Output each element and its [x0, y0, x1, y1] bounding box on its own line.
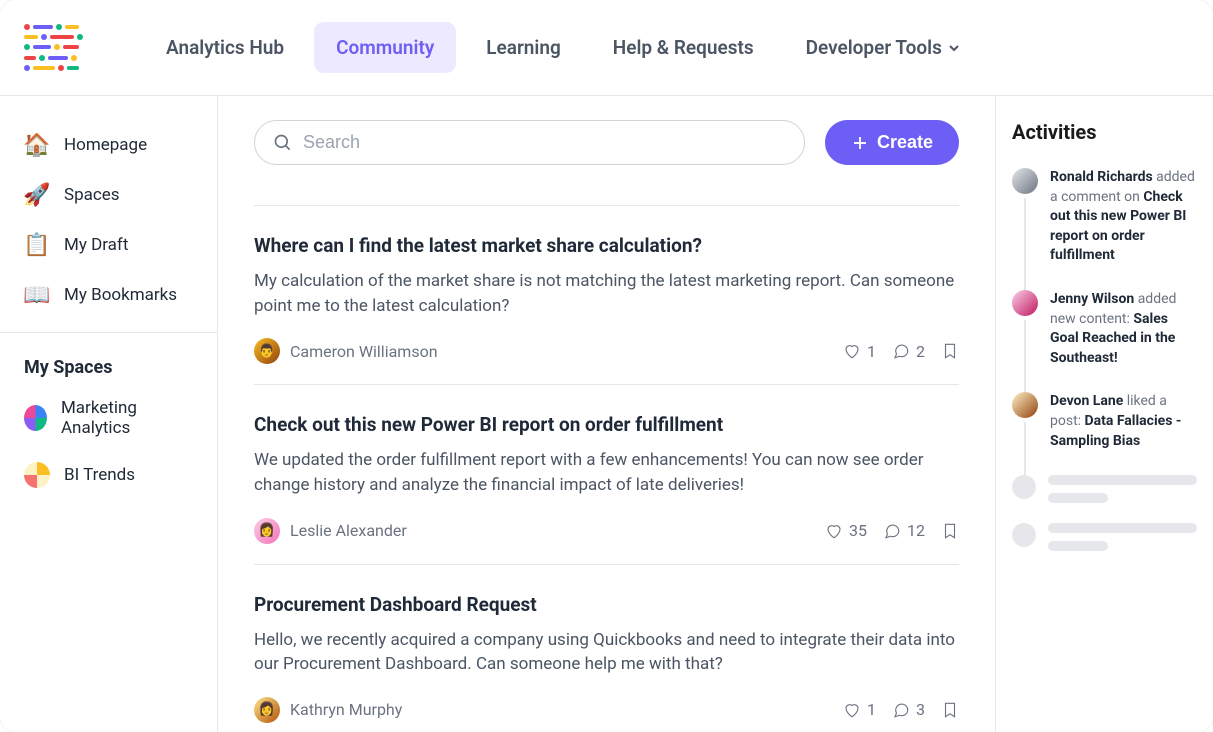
post-body: Hello, we recently acquired a company us… — [254, 628, 959, 677]
comment-stat[interactable]: 12 — [883, 521, 925, 540]
post-author[interactable]: 👩 Kathryn Murphy — [254, 697, 402, 723]
space-label: Marketing Analytics — [61, 398, 193, 438]
post-title: Procurement Dashboard Request — [254, 593, 959, 616]
nav-developer-tools-label: Developer Tools — [806, 36, 942, 59]
like-stat[interactable]: 1 — [843, 700, 876, 719]
sidebar-item-spaces[interactable]: 🚀 Spaces — [0, 170, 217, 220]
space-label: BI Trends — [64, 465, 135, 485]
bookmark-icon[interactable] — [941, 522, 959, 540]
main-content: Create Where can I find the latest marke… — [218, 96, 995, 732]
sidebar-space-bi-trends[interactable]: BI Trends — [0, 450, 217, 500]
post-title: Check out this new Power BI report on or… — [254, 413, 959, 436]
activity-text: Jenny Wilson added new content: Sales Go… — [1050, 290, 1197, 368]
comment-icon — [883, 522, 901, 540]
like-count: 1 — [867, 342, 876, 361]
like-count: 35 — [849, 521, 867, 540]
sidebar-item-label: My Bookmarks — [64, 285, 177, 305]
post-stats: 1 3 — [843, 700, 959, 719]
nav-help-requests[interactable]: Help & Requests — [591, 22, 776, 73]
post-stats: 1 2 — [843, 342, 959, 361]
sidebar-item-label: My Draft — [64, 235, 128, 255]
like-stat[interactable]: 35 — [825, 521, 867, 540]
post-title: Where can I find the latest market share… — [254, 234, 959, 257]
activities-heading: Activities — [1012, 120, 1197, 144]
create-button[interactable]: Create — [825, 120, 959, 165]
avatar — [1012, 168, 1038, 194]
activity-skeleton — [1012, 523, 1197, 551]
heart-icon — [843, 342, 861, 360]
activity-text: Devon Lane liked a post: Data Fallacies … — [1050, 392, 1197, 451]
post-body: We updated the order fulfillment report … — [254, 448, 959, 497]
comment-stat[interactable]: 2 — [892, 342, 925, 361]
search-icon — [273, 133, 293, 153]
home-icon: 🏠 — [24, 132, 50, 158]
top-nav: Analytics Hub Community Learning Help & … — [144, 22, 982, 73]
post[interactable]: Where can I find the latest market share… — [254, 205, 959, 384]
post[interactable]: Procurement Dashboard Request Hello, we … — [254, 564, 959, 732]
post-stats: 35 12 — [825, 521, 959, 540]
comment-count: 2 — [916, 342, 925, 361]
sidebar-item-my-draft[interactable]: 📋 My Draft — [0, 220, 217, 270]
comment-count: 12 — [907, 521, 925, 540]
like-count: 1 — [867, 700, 876, 719]
sidebar-item-homepage[interactable]: 🏠 Homepage — [0, 120, 217, 170]
nav-community[interactable]: Community — [314, 22, 456, 73]
activity-text: Ronald Richards added a comment on Check… — [1050, 168, 1197, 266]
bookmark-icon: 📖 — [24, 282, 50, 308]
activity-item[interactable]: Jenny Wilson added new content: Sales Go… — [1012, 290, 1197, 368]
author-name: Cameron Williamson — [290, 342, 438, 361]
nav-analytics-hub[interactable]: Analytics Hub — [144, 22, 306, 73]
sidebar-item-my-bookmarks[interactable]: 📖 My Bookmarks — [0, 270, 217, 320]
avatar: 👩 — [254, 518, 280, 544]
post-meta: 👩 Leslie Alexander 35 12 — [254, 518, 959, 544]
avatar: 👨 — [254, 338, 280, 364]
activity-item[interactable]: Ronald Richards added a comment on Check… — [1012, 168, 1197, 266]
space-icon — [24, 405, 47, 431]
post-meta: 👩 Kathryn Murphy 1 3 — [254, 697, 959, 723]
comment-icon — [892, 701, 910, 719]
post[interactable]: Check out this new Power BI report on or… — [254, 384, 959, 563]
author-name: Kathryn Murphy — [290, 700, 402, 719]
divider — [0, 332, 217, 333]
avatar: 👩 — [254, 697, 280, 723]
chevron-down-icon — [948, 42, 960, 54]
top-row: Create — [254, 120, 959, 165]
create-button-label: Create — [877, 132, 933, 153]
search-container[interactable] — [254, 120, 805, 165]
nav-learning[interactable]: Learning — [464, 22, 583, 73]
sidebar-item-label: Homepage — [64, 135, 147, 155]
post-body: My calculation of the market share is no… — [254, 269, 959, 318]
draft-icon: 📋 — [24, 232, 50, 258]
search-input[interactable] — [303, 132, 786, 153]
space-icon — [24, 462, 50, 488]
sidebar-heading-my-spaces: My Spaces — [0, 345, 217, 386]
post-author[interactable]: 👩 Leslie Alexander — [254, 518, 407, 544]
activities-panel: Activities Ronald Richards added a comme… — [995, 96, 1213, 732]
avatar — [1012, 392, 1038, 418]
like-stat[interactable]: 1 — [843, 342, 876, 361]
author-name: Leslie Alexander — [290, 521, 407, 540]
post-meta: 👨 Cameron Williamson 1 2 — [254, 338, 959, 364]
plus-icon — [851, 134, 869, 152]
heart-icon — [843, 701, 861, 719]
sidebar-item-label: Spaces — [64, 185, 120, 205]
post-author[interactable]: 👨 Cameron Williamson — [254, 338, 438, 364]
rocket-icon: 🚀 — [24, 182, 50, 208]
logo — [24, 22, 104, 74]
comment-stat[interactable]: 3 — [892, 700, 925, 719]
comment-icon — [892, 342, 910, 360]
sidebar-space-marketing-analytics[interactable]: Marketing Analytics — [0, 386, 217, 450]
comment-count: 3 — [916, 700, 925, 719]
header: Analytics Hub Community Learning Help & … — [0, 0, 1213, 96]
activity-item[interactable]: Devon Lane liked a post: Data Fallacies … — [1012, 392, 1197, 451]
nav-developer-tools[interactable]: Developer Tools — [784, 22, 982, 73]
activity-skeleton — [1012, 475, 1197, 503]
avatar — [1012, 290, 1038, 316]
sidebar: 🏠 Homepage 🚀 Spaces 📋 My Draft 📖 My Book… — [0, 96, 218, 732]
heart-icon — [825, 522, 843, 540]
bookmark-icon[interactable] — [941, 701, 959, 719]
bookmark-icon[interactable] — [941, 342, 959, 360]
